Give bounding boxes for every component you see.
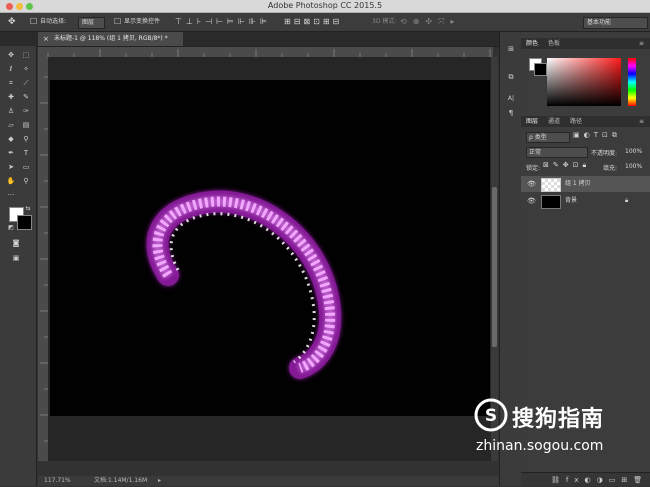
healing-brush-tool-icon[interactable]: ✚ [5,92,17,102]
panel-menu-icon[interactable]: ≡ [639,39,644,48]
document-tab[interactable]: × 未标题-1 @ 118% (组 1 拷贝, RGB/8*) * [38,32,183,46]
visibility-eye-icon[interactable]: 👁︎ [527,193,536,209]
tab-channels[interactable]: 通道 [548,117,560,126]
lock-label: 锁定: [526,165,541,172]
pen-tool-icon[interactable]: ✒ [5,148,17,158]
edit-toolbar-icon[interactable]: ··· [5,190,17,200]
align-buttons[interactable]: ⊤⊥⊦⊣⊢⊨⊩⊪⊫ [175,13,271,31]
document-canvas[interactable] [50,80,490,416]
magenta-light-arc [146,190,342,379]
transform-checkbox[interactable]: ☐ [114,13,121,31]
tab-color[interactable]: 颜色 [526,39,538,48]
close-tab-icon[interactable]: × [43,32,49,46]
blur-tool-icon[interactable]: ◆ [5,134,17,144]
tab-layers[interactable]: 图层 [526,117,538,126]
auto-select-checkbox[interactable]: ☐ [30,13,37,31]
title-bar: Adobe Photoshop CC 2015.5 [0,0,650,13]
fill-label: 填充: [603,165,618,172]
crop-tool-icon[interactable]: ⌗ [5,78,17,88]
clone-stamp-tool-icon[interactable]: ♙ [5,106,17,116]
transform-controls-label: 显示变换控件 [124,18,161,25]
path-selection-tool-icon[interactable]: ➤ [5,162,17,172]
lock-icons[interactable]: ⊠✎✥⊡🔒︎ [543,161,590,170]
window-title: Adobe Photoshop CC 2015.5 [267,1,383,10]
hand-tool-icon[interactable]: ✋ [5,176,17,186]
watermark: S 搜狗指南 zhinan.sogou.com [466,398,646,458]
screen-mode-icon[interactable]: ▣ [10,253,22,263]
background-color-swatch[interactable] [17,215,32,230]
status-bar: 117.71% 文档:1.14M/1.16M ▸ [38,476,518,486]
distribute-buttons[interactable]: ⊞⊟⊠⊡⊞⊟ [284,13,342,31]
move-tool-icon[interactable]: ✥ [5,50,17,60]
zoom-tool-icon[interactable]: ⚲ [20,176,32,186]
watermark-brand: 搜狗指南 [512,407,605,432]
type-tool-icon[interactable]: T [20,148,32,158]
hue-slider[interactable] [628,58,636,106]
workspace-dropdown[interactable]: 基本功能 [583,17,648,29]
options-bar: ✥ ☐ 自动选择: 图层 ☐ 显示变换控件 ⊤⊥⊦⊣⊢⊨⊩⊪⊫ ⊞⊟⊠⊡⊞⊟ 3… [0,13,650,32]
layer-thumbnail [541,178,561,192]
paragraph-panel-icon[interactable]: ¶ [505,108,517,118]
layers-menu-icon[interactable]: ≡ [639,117,644,126]
opacity-label: 不透明度: [591,150,618,157]
swap-colors-icon[interactable]: ⇆ [22,204,34,214]
dodge-tool-icon[interactable]: ⚲ [20,134,32,144]
document-tab-label: 未标题-1 @ 118% (组 1 拷贝, RGB/8*) * [54,35,168,42]
opacity-value[interactable]: 100% [625,148,642,155]
zoom-level[interactable]: 117.71% [44,476,71,486]
layer-row-group-copy[interactable]: 👁︎ 组 1 拷贝 [521,176,650,192]
color-picker-field[interactable] [547,58,621,106]
layer-filter-dropdown[interactable]: ρ 类型 [526,132,570,143]
magic-wand-tool-icon[interactable]: ✧ [20,64,32,74]
layers-panel-tabs: 图层 通道 路径 ≡ [521,116,650,127]
tab-paths[interactable]: 路径 [570,117,582,126]
sogou-logo-icon: S [474,398,508,432]
fill-value[interactable]: 100% [625,163,642,170]
gradient-tool-icon[interactable]: ▤ [20,120,32,130]
tools-panel: ✥ ⬚ ℓ ✧ ⌗ ⟋ ✚ ✎ ♙ ✑ ▱ ▤ ◆ ⚲ ✒ T ➤ ▭ ✋ ⚲ … [0,46,37,486]
color-panel-tabs: 颜色 色板 ≡ [521,38,650,49]
layer-name: 组 1 拷贝 [565,180,591,187]
layer-row-background[interactable]: 👁︎ 背景 🔒︎ [521,193,650,209]
layer-thumbnail [541,195,561,209]
properties-panel-icon[interactable]: ⧉ [505,72,517,82]
shape-tool-icon[interactable]: ▭ [20,162,32,172]
auto-select-label: 自动选择: [40,18,67,25]
character-panel-icon[interactable]: A| [505,94,517,104]
visibility-eye-icon[interactable]: 👁︎ [527,176,536,192]
move-tool-icon[interactable]: ✥ [8,13,16,31]
default-colors-icon[interactable]: ◩ [5,223,17,233]
layer-filter-icons[interactable]: ▣◐T⊡⧉ [573,131,621,140]
lasso-tool-icon[interactable]: ℓ [5,64,17,74]
quick-mask-icon[interactable]: ◙ [10,238,22,248]
layers-footer-buttons[interactable]: ⛓fx◐◑▭⊞🗑︎ [521,472,650,486]
eraser-tool-icon[interactable]: ▱ [5,120,17,130]
color-panel-background-swatch[interactable] [534,63,547,76]
history-panel-icon[interactable]: ⊞ [505,44,517,54]
eyedropper-tool-icon[interactable]: ⟋ [20,78,32,88]
3d-mode-label: 3D 模式: [372,18,397,25]
scrollbar-thumb[interactable] [492,187,497,347]
watermark-url: zhinan.sogou.com [476,438,604,454]
brush-tool-icon[interactable]: ✎ [20,92,32,102]
svg-text:S: S [485,406,497,426]
document-info[interactable]: 文档:1.14M/1.16M [94,476,147,486]
layer-name: 背景 [565,197,578,204]
auto-select-dropdown[interactable]: 图层 [78,17,106,29]
blend-mode-dropdown[interactable]: 正常 [526,147,588,158]
3d-mode-buttons[interactable]: ⟲⊕✣⤧▸ [400,13,461,31]
tab-swatches[interactable]: 色板 [548,39,560,48]
marquee-tool-icon[interactable]: ⬚ [20,50,32,60]
lock-icon: 🔒︎ [625,197,629,204]
status-arrow-icon[interactable]: ▸ [158,476,161,486]
history-brush-tool-icon[interactable]: ✑ [20,106,32,116]
